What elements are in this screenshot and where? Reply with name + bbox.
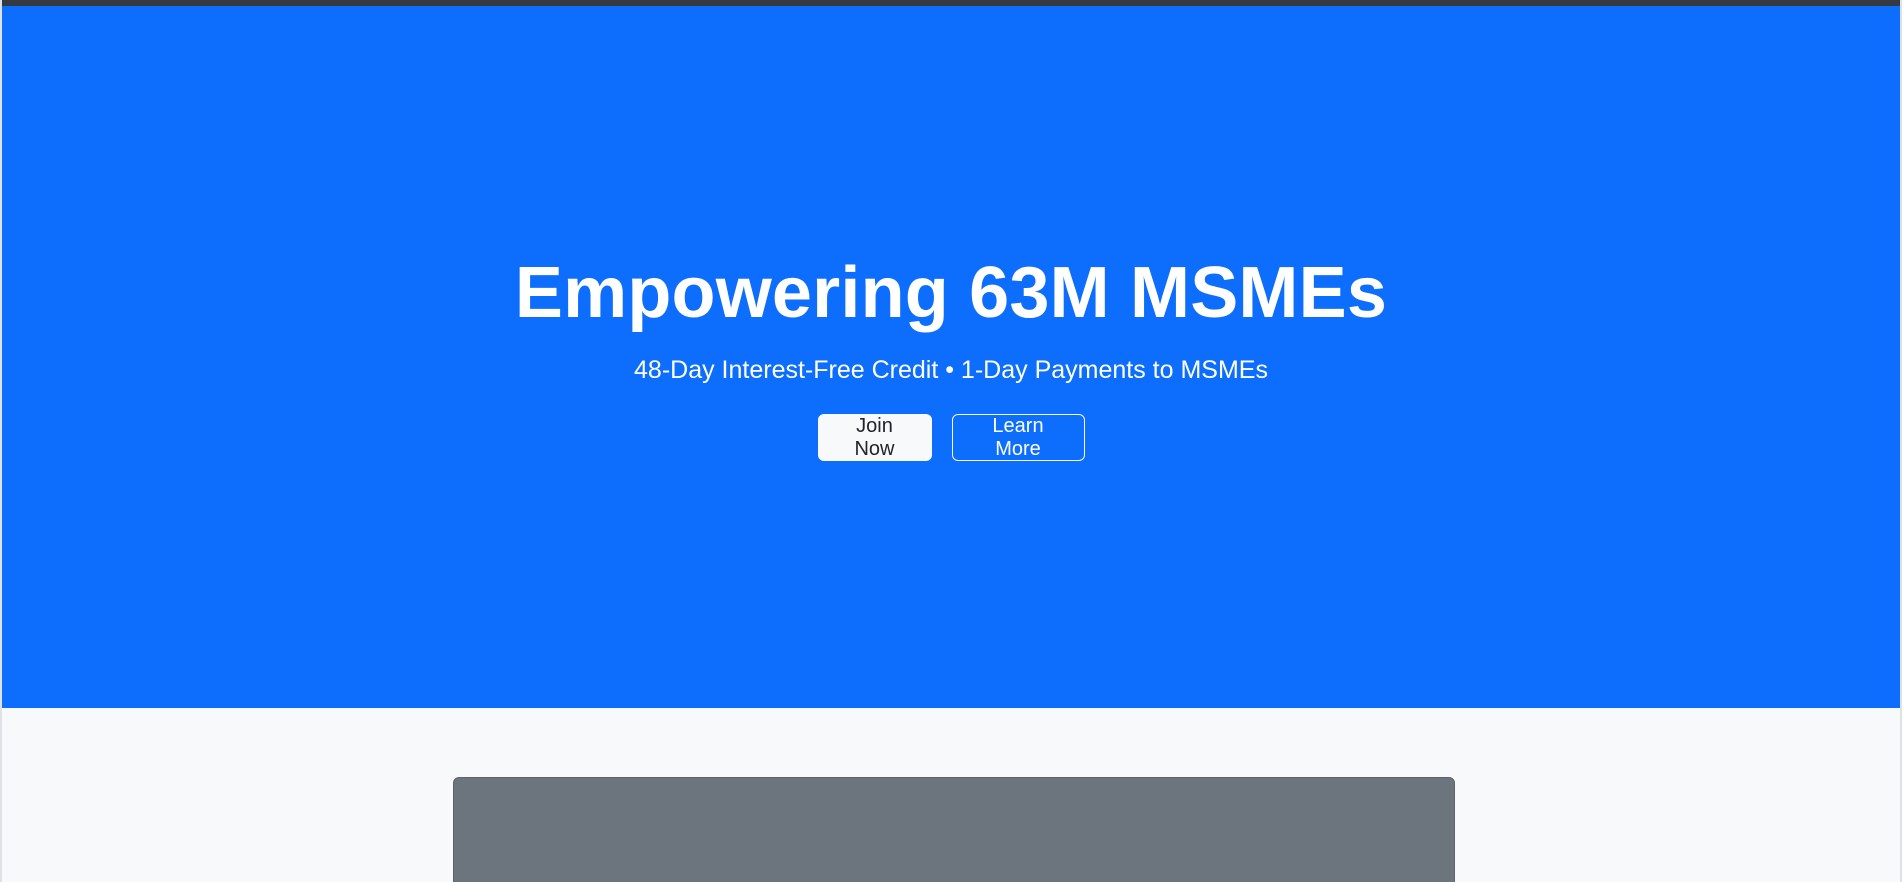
content-section bbox=[2, 708, 1900, 882]
media-placeholder bbox=[453, 777, 1455, 882]
hero-section: Empowering 63M MSMEs 48-Day Interest-Fre… bbox=[2, 6, 1900, 708]
hero-title: Empowering 63M MSMEs bbox=[514, 253, 1388, 333]
learn-more-button[interactable]: Learn More bbox=[951, 414, 1085, 462]
join-now-button[interactable]: Join Now bbox=[817, 414, 932, 462]
hero-actions: Join Now Learn More bbox=[817, 414, 1085, 462]
hero-subtitle: 48-Day Interest-Free Credit • 1-Day Paym… bbox=[634, 356, 1268, 385]
page: Empowering 63M MSMEs 48-Day Interest-Fre… bbox=[0, 0, 1902, 882]
